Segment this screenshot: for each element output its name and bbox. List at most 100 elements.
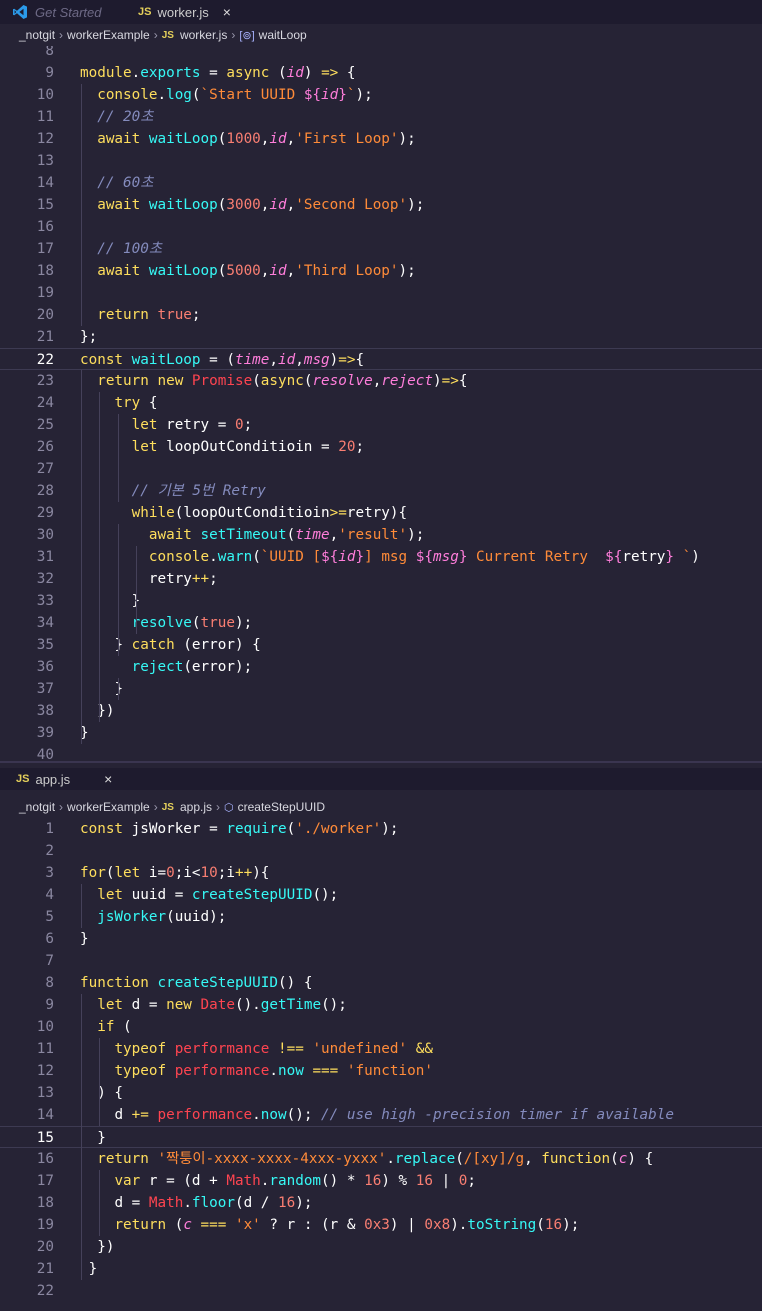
code-line[interactable]: 6} [0,928,762,950]
code-line[interactable]: 17 // 100초 [0,238,762,260]
code-line[interactable]: 19 [0,282,762,304]
code-line[interactable]: 20 }) [0,1236,762,1258]
code-token: ( [191,87,201,103]
indent-guide [81,84,82,326]
code-token: (error); [183,659,253,675]
breadcrumb-item[interactable]: waitLoop [259,28,307,42]
code-line[interactable]: 13 ) { [0,1082,762,1104]
breadcrumb-item[interactable]: _notgit [19,800,55,814]
code-line[interactable]: 33 } [0,590,762,612]
code-line[interactable]: 39} [0,722,762,744]
pane-divider[interactable] [0,761,762,763]
code-token: (); [312,887,339,903]
code-token: async [226,65,270,81]
code-line[interactable]: 34 resolve(true); [0,612,762,634]
tab-get-started[interactable]: Get Started [35,0,101,24]
code-token: var [114,1173,141,1189]
code-token: ; [209,571,218,587]
code-line[interactable]: 21}; [0,326,762,348]
tab-app-js[interactable]: JS app.js × [16,768,112,790]
breadcrumb-item[interactable]: workerExample [67,28,150,42]
line-number: 12 [36,131,54,147]
breadcrumb-item[interactable]: workerExample [67,800,150,814]
code-line[interactable]: 21 } [0,1258,762,1280]
code-line[interactable]: 26 let loopOutConditioin = 20; [0,436,762,458]
breadcrumb-item[interactable]: _notgit [19,28,55,42]
code-line[interactable]: 8 function createStepUUID() { [0,972,762,994]
code-token: id [286,65,304,81]
code-line[interactable]: 17 var r = (d + Math.random() * 16) % 16… [0,1170,762,1192]
code-line[interactable]: 19 return (c === 'x' ? r : (r & 0x3) | 0… [0,1214,762,1236]
code-line[interactable]: 10 console.log(`Start UUID ${id}`); [0,84,762,106]
line-number: 26 [36,439,54,455]
code-line[interactable]: 9 let d = new Date().getTime(); [0,994,762,1016]
code-token: true [200,615,235,631]
code-line[interactable]: 40 [0,744,762,761]
code-token: reject [131,659,184,675]
code-line[interactable]: 14 // 60초 [0,172,762,194]
code-line[interactable]: 13 [0,150,762,172]
tab-worker-js[interactable]: JS worker.js × [138,0,231,24]
code-line[interactable]: 11 // 20초 [0,106,762,128]
code-line[interactable]: 12 typeof performance.now === 'function' [0,1060,762,1082]
code-line[interactable]: 14 d += performance.now(); // use high -… [0,1104,762,1126]
code-token: // use high -precision timer if availabl… [321,1107,674,1123]
code-token: i= [140,865,167,881]
code-line[interactable]: 24 try { [0,392,762,414]
vscode-logo-icon [13,5,27,19]
line-number: 14 [36,1107,54,1123]
code-line[interactable]: 36 reject(error); [0,656,762,678]
code-line[interactable]: 23 return new Promise(async(resolve,reje… [0,370,762,392]
code-line[interactable]: 22 const waitLoop = (time,id,msg)=>{ [0,348,762,370]
code-line[interactable]: 4 let uuid = createStepUUID(); [0,884,762,906]
code-line[interactable]: 28 // 기본 5번 Retry [0,480,762,502]
code-editor-app-js[interactable]: 1 const jsWorker = require('./worker'); 2 3… [0,818,762,1311]
close-icon[interactable]: × [223,4,231,20]
code-line[interactable]: 9 module.exports = async (id) => { [0,62,762,84]
code-token: 16 [364,1173,382,1189]
code-line[interactable]: 22 [0,1280,762,1302]
code-line[interactable]: 16 return '짝퉁이-xxxx-xxxx-4xxx-yxxx'.repl… [0,1148,762,1170]
code-token: . [252,1107,261,1123]
code-line[interactable]: 11 typeof performance !== 'undefined' && [0,1038,762,1060]
code-token: typeof [114,1063,167,1079]
code-line[interactable]: 18 await waitLoop(5000,id,'Third Loop'); [0,260,762,282]
code-text: // 기본 5번 Retry [80,480,266,502]
code-line[interactable]: 29 while(loopOutConditioin>=retry){ [0,502,762,524]
code-line[interactable]: 10 if ( [0,1016,762,1038]
code-editor-worker-js[interactable]: 8 9 module.exports = async (id) => {10 con… [0,46,762,761]
code-token: } [97,1130,106,1146]
code-line[interactable]: 8 [0,46,762,62]
breadcrumb-item[interactable]: createStepUUID [238,800,325,814]
breadcrumb-item[interactable]: worker.js [180,28,227,42]
code-line[interactable]: 3 for(let i=0;i<10;i++){ [0,862,762,884]
line-number: 13 [36,153,54,169]
code-line[interactable]: 7 [0,950,762,972]
close-icon[interactable]: × [104,771,112,787]
code-line[interactable]: 16 [0,216,762,238]
code-line[interactable]: 30 await setTimeout(time,'result'); [0,524,762,546]
line-number: 37 [36,681,54,697]
code-line[interactable]: 18 d = Math.floor(d / 16); [0,1192,762,1214]
code-line[interactable]: 15 } [0,1126,762,1148]
code-line[interactable]: 31 console.warn(`UUID [${id}] msg ${msg}… [0,546,762,568]
code-line[interactable]: 5 jsWorker(uuid); [0,906,762,928]
code-line[interactable]: 37 } [0,678,762,700]
code-line[interactable]: 25 let retry = 0; [0,414,762,436]
code-line[interactable]: 12 await waitLoop(1000,id,'First Loop'); [0,128,762,150]
code-token: ; [243,417,253,433]
breadcrumb-item[interactable]: app.js [180,800,212,814]
code-line[interactable]: 27 [0,458,762,480]
code-line[interactable]: 15 await waitLoop(3000,id,'Second Loop')… [0,194,762,216]
code-line[interactable]: 35 } catch (error) { [0,634,762,656]
code-line[interactable]: 2 [0,840,762,862]
code-token: => [338,352,356,368]
code-line[interactable]: 1 const jsWorker = require('./worker'); [0,818,762,840]
code-line[interactable]: 38 }) [0,700,762,722]
code-line[interactable]: 20 return true; [0,304,762,326]
line-number: 19 [36,285,54,301]
code-line[interactable]: 32 retry++; [0,568,762,590]
